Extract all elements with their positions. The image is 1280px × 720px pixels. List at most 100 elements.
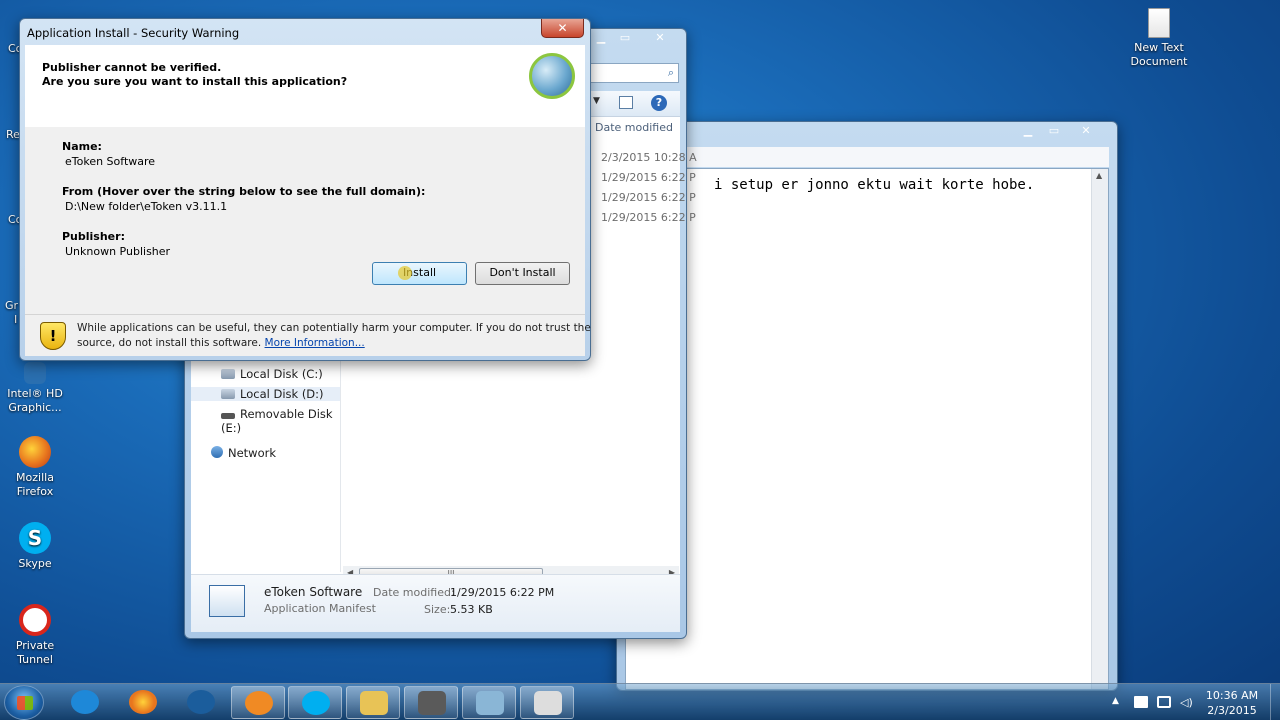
install-button[interactable]: Install xyxy=(372,262,467,285)
details-size-value: 5.53 KB xyxy=(450,603,493,616)
from-label: From (Hover over the string below to see… xyxy=(62,185,426,198)
taskbar-item-app4[interactable] xyxy=(231,686,285,719)
file-row-date[interactable]: 1/29/2015 6:22 P xyxy=(601,171,696,184)
nav-item-label: Local Disk (D:) xyxy=(240,387,324,401)
views-dropdown-icon[interactable]: ▼ xyxy=(593,96,600,106)
nav-item-label: Local Disk (C:) xyxy=(240,367,323,381)
close-button[interactable]: ✕ xyxy=(647,31,673,47)
desktop-icon-label: Intel® HD xyxy=(7,387,63,400)
publisher-value: Unknown Publisher xyxy=(65,245,171,258)
clock[interactable]: 10:36 AM 2/3/2015 xyxy=(1200,688,1264,718)
details-file-name: eToken Software xyxy=(264,585,363,599)
desktop-icon-private-tunnel[interactable]: Private Tunnel xyxy=(0,604,70,667)
name-label: Name: xyxy=(62,140,102,153)
drive-icon xyxy=(221,369,235,379)
clock-date: 2/3/2015 xyxy=(1207,704,1257,717)
help-icon[interactable]: ? xyxy=(651,95,667,111)
desktop-icon-label: Tunnel xyxy=(17,653,53,666)
desktop-partial-label-4[interactable]: Gr xyxy=(5,299,18,312)
search-box[interactable]: ⌕ xyxy=(585,63,679,83)
app-icon xyxy=(245,691,273,715)
nav-item-label: Network xyxy=(228,446,277,460)
security-warning-dialog[interactable]: Application Install - Security Warning ✕… xyxy=(19,18,591,361)
desktop-icon-firefox[interactable]: Mozilla Firefox xyxy=(0,436,70,499)
dialog-header-line2: Are you sure you want to install this ap… xyxy=(42,75,348,88)
dialog-title: Application Install - Security Warning xyxy=(27,26,240,40)
usb-drive-icon xyxy=(221,413,235,419)
desktop-icon-label: Document xyxy=(1130,55,1188,68)
taskbar-item-manifest[interactable] xyxy=(520,686,574,719)
more-information-link[interactable]: More Information... xyxy=(265,337,365,349)
taskbar-item-notepad[interactable] xyxy=(462,686,516,719)
publisher-label: Publisher: xyxy=(62,230,125,243)
details-date-value: 1/29/2015 6:22 PM xyxy=(450,586,555,599)
notepad-menubar xyxy=(625,147,1109,167)
show-hidden-icons-icon[interactable]: ▲ xyxy=(1112,696,1126,708)
maximize-button[interactable]: ▭ xyxy=(1041,122,1067,141)
taskbar-item-skype[interactable] xyxy=(288,686,342,719)
desktop-icon-intel-graphics[interactable]: Intel® HD Graphic... xyxy=(0,362,70,415)
folder-icon xyxy=(360,691,388,715)
nav-item-label: Removable Disk (E:) xyxy=(221,407,333,435)
column-header-date-modified[interactable]: Date modified xyxy=(595,121,673,134)
details-pane: eToken Software Application Manifest Dat… xyxy=(191,574,680,632)
notepad-text-area[interactable]: i setup er jonno ektu wait korte hobe. ▲ xyxy=(625,168,1109,690)
file-row-date[interactable]: 2/3/2015 10:28 A xyxy=(601,151,697,164)
firefox-icon xyxy=(129,690,157,714)
firefox-icon xyxy=(19,436,51,468)
dont-install-button[interactable]: Don't Install xyxy=(475,262,570,285)
from-value[interactable]: D:\New folder\eToken v3.11.1 xyxy=(65,200,227,213)
file-row-date[interactable]: 1/29/2015 6:22 P xyxy=(601,211,696,224)
app-icon xyxy=(187,690,215,714)
nav-item-local-disk-d[interactable]: Local Disk (D:) xyxy=(191,387,340,401)
desktop-icon-label: Graphic... xyxy=(8,401,62,414)
details-size-label: Size: xyxy=(424,603,451,616)
volume-icon[interactable]: ◁) xyxy=(1180,696,1194,709)
taskbar-item-media[interactable] xyxy=(404,686,458,719)
drive-icon xyxy=(221,389,235,399)
details-file-type: Application Manifest xyxy=(264,602,376,615)
dialog-header: Publisher cannot be verified. Are you su… xyxy=(25,45,585,127)
network-tray-icon[interactable] xyxy=(1157,696,1171,708)
desktop-icon-label: Private xyxy=(15,639,55,652)
desktop-icon-new-text-document[interactable]: New Text Document xyxy=(1124,8,1194,69)
notepad-icon xyxy=(476,691,504,715)
close-button[interactable]: ✕ xyxy=(1067,122,1105,141)
name-value: eToken Software xyxy=(65,155,156,168)
dialog-close-button[interactable]: ✕ xyxy=(541,19,584,38)
manifest-file-icon xyxy=(209,585,245,617)
minimize-button[interactable]: ▁ xyxy=(1015,122,1041,141)
file-row-date[interactable]: 1/29/2015 6:22 P xyxy=(601,191,696,204)
minimize-button[interactable]: ▁ xyxy=(591,31,611,47)
taskbar-item-explorer[interactable] xyxy=(346,686,400,719)
desktop-partial-label-2[interactable]: Re xyxy=(6,128,20,141)
taskbar-item-firefox[interactable] xyxy=(116,686,170,719)
nav-item-removable-disk-e[interactable]: Removable Disk (E:) xyxy=(221,407,340,435)
taskbar-item-ie[interactable] xyxy=(58,686,112,719)
notepad-window[interactable]: ▁ ▭ ✕ i setup er jonno ektu wait korte h… xyxy=(616,121,1118,691)
taskbar: ▲ ◁) 10:36 AM 2/3/2015 xyxy=(0,683,1280,720)
desktop-partial-label-5[interactable]: I xyxy=(14,313,17,326)
skype-icon: S xyxy=(19,522,51,554)
taskbar-item-app3[interactable] xyxy=(174,686,228,719)
start-button[interactable] xyxy=(4,685,44,720)
media-recorder-icon xyxy=(418,691,446,715)
dialog-header-line1: Publisher cannot be verified. xyxy=(42,61,222,74)
desktop-icon-label: Mozilla xyxy=(16,471,54,484)
action-center-flag-icon[interactable] xyxy=(1134,696,1148,708)
preview-pane-icon[interactable] xyxy=(619,96,633,109)
maximize-button[interactable]: ▭ xyxy=(615,31,635,47)
shield-warning-icon: ! xyxy=(40,322,66,350)
manifest-file-icon xyxy=(534,691,562,715)
network-icon xyxy=(211,446,223,458)
vertical-scrollbar[interactable]: ▲ xyxy=(1091,169,1108,689)
desktop-icon-label: New Text xyxy=(1134,41,1184,54)
show-desktop-button[interactable] xyxy=(1270,684,1280,720)
scroll-up-arrow-icon[interactable]: ▲ xyxy=(1096,171,1102,180)
desktop-icon-skype[interactable]: S Skype xyxy=(0,522,70,571)
globe-install-icon xyxy=(529,53,575,99)
nav-item-local-disk-c[interactable]: Local Disk (C:) xyxy=(221,367,323,381)
private-tunnel-icon xyxy=(19,604,51,636)
search-icon: ⌕ xyxy=(667,66,674,79)
nav-item-network[interactable]: Network xyxy=(211,446,276,460)
